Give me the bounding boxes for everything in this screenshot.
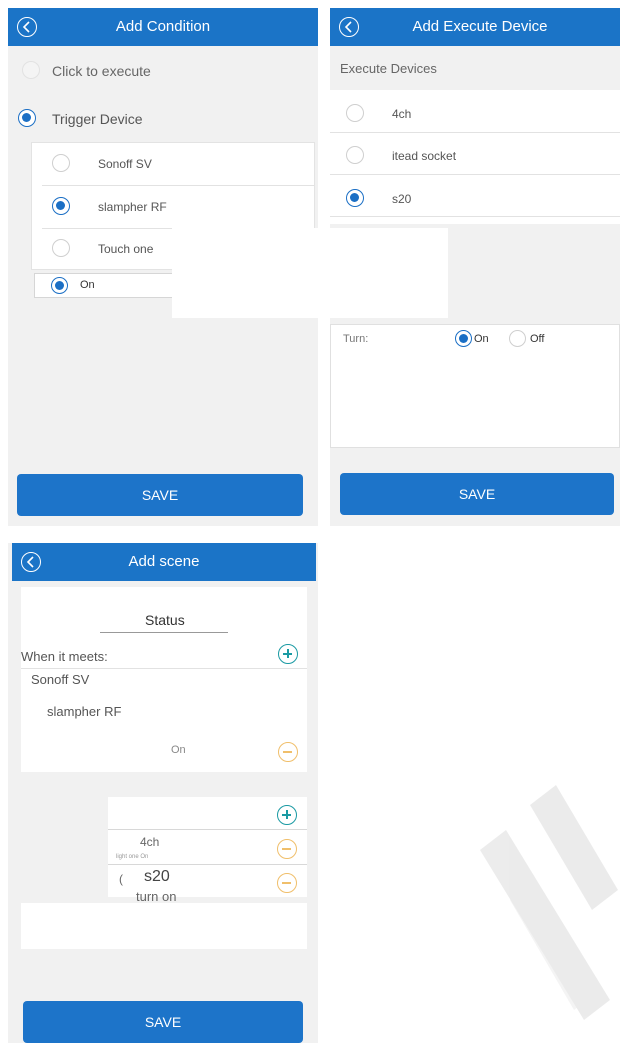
option-label: Click to execute — [52, 63, 151, 79]
header-bar: Add Condition — [8, 8, 318, 46]
execute-card: 4ch light one On ( s20 — [108, 797, 307, 897]
exec-device-name: 4ch — [140, 835, 160, 849]
occluding-block — [172, 228, 448, 318]
when-label: When it meets: — [21, 649, 108, 664]
device-label: itead socket — [392, 149, 457, 163]
execute-device-list: 4ch itead socket s20 — [330, 90, 620, 224]
radio-device-s20[interactable] — [346, 189, 364, 207]
trigger-state-row: On — [21, 737, 307, 772]
option-label: Trigger Device — [52, 111, 143, 127]
radio-device-4ch[interactable] — [346, 104, 364, 122]
remove-exec-minus-icon[interactable] — [277, 873, 297, 893]
watermark-graphic — [480, 785, 618, 1020]
section-label: Execute Devices — [340, 61, 437, 76]
header-bar: Add scene — [12, 543, 316, 581]
remove-trigger-minus-icon[interactable] — [278, 742, 298, 762]
page-title: Add Condition — [115, 18, 211, 35]
radio-turn-off[interactable] — [509, 330, 526, 347]
turn-panel: Turn: On Off — [330, 324, 620, 448]
device-label: slampher RF — [98, 200, 167, 214]
status-underline — [100, 632, 228, 633]
page-title: Add scene — [128, 553, 200, 570]
turn-on-label: On — [474, 333, 489, 345]
execute-card-bottom — [21, 903, 307, 949]
status-card: Status When it meets: Sonoff SV slampher… — [21, 587, 307, 741]
status-label: Status — [145, 612, 185, 628]
add-execute-plus-icon[interactable] — [277, 805, 297, 825]
device-label: s20 — [392, 192, 412, 206]
divider — [108, 864, 307, 865]
divider — [108, 829, 307, 830]
trigger-state: On — [171, 744, 186, 756]
exec-device-detail: turn on — [136, 889, 177, 904]
radio-device-slampher-rf[interactable] — [52, 197, 70, 215]
device-label: Touch one — [98, 242, 154, 256]
trigger-device: Sonoff SV — [31, 672, 90, 687]
device-label: 4ch — [392, 107, 412, 121]
add-scene-screen: Add scene Status When it meets: Sonoff S… — [8, 543, 318, 1043]
radio-state-on[interactable] — [51, 277, 68, 294]
divider — [21, 668, 307, 669]
exec-device-name: s20 — [144, 868, 170, 885]
divider — [330, 132, 620, 133]
exec-device-prefix: ( — [119, 872, 123, 886]
save-button[interactable]: SAVE — [17, 474, 303, 516]
save-button[interactable]: SAVE — [340, 473, 614, 515]
state-row: On — [34, 273, 184, 298]
page-title: Add Execute Device — [412, 18, 548, 35]
trigger-subdevice: slampher RF — [47, 704, 122, 719]
radio-device-itead-socket[interactable] — [346, 146, 364, 164]
divider — [330, 174, 620, 175]
radio-click-to-execute[interactable] — [22, 61, 40, 79]
add-trigger-plus-icon[interactable] — [278, 644, 298, 664]
radio-turn-on[interactable] — [455, 330, 472, 347]
turn-off-label: Off — [530, 333, 545, 345]
divider — [42, 185, 314, 186]
save-button[interactable]: SAVE — [23, 1001, 303, 1043]
device-label: Sonoff SV — [98, 157, 152, 171]
exec-device-detail: light one On — [116, 854, 149, 860]
radio-device-touch-one[interactable] — [52, 239, 70, 257]
remove-exec-minus-icon[interactable] — [277, 839, 297, 859]
state-label: On — [80, 279, 95, 291]
divider — [330, 216, 620, 217]
radio-trigger-device[interactable] — [18, 109, 36, 127]
radio-device-sonoff-sv[interactable] — [52, 154, 70, 172]
header-bar: Add Execute Device — [330, 8, 620, 46]
turn-label: Turn: — [343, 333, 369, 345]
